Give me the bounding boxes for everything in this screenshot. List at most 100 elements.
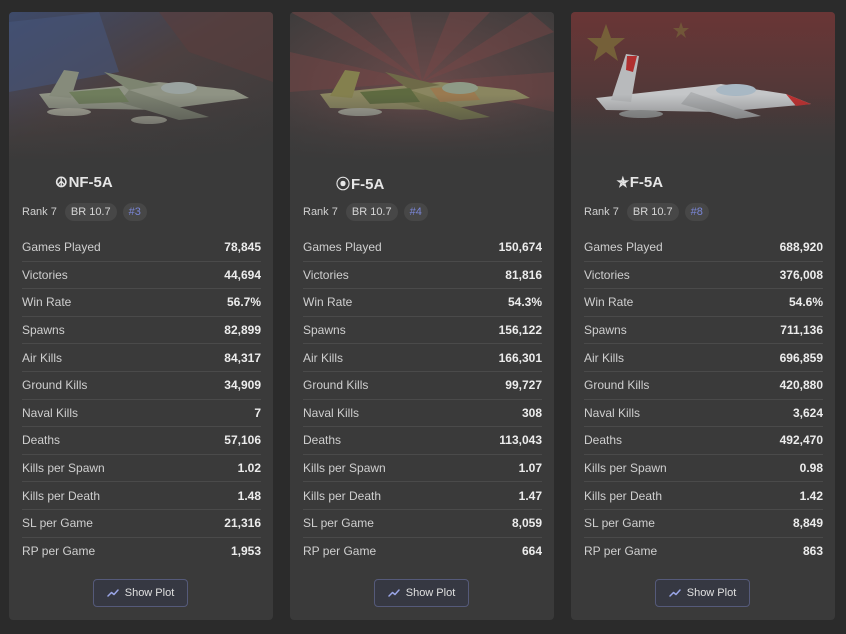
stat-row: Kills per Spawn 1.02 bbox=[22, 455, 261, 483]
stat-row: Spawns 156,122 bbox=[303, 317, 542, 345]
stat-row: Win Rate 54.3% bbox=[303, 289, 542, 317]
stat-label: Kills per Spawn bbox=[584, 461, 667, 476]
stat-label: Kills per Spawn bbox=[22, 461, 105, 476]
country-roundel-icon: ⦿ bbox=[336, 176, 350, 192]
stat-label: SL per Game bbox=[22, 516, 93, 531]
show-plot-button[interactable]: Show Plot bbox=[93, 579, 188, 607]
rank-label: Rank 7 bbox=[303, 206, 338, 218]
stat-value: 8,849 bbox=[792, 516, 823, 531]
stat-label: Victories bbox=[22, 267, 68, 282]
vehicle-card: ⦿ F-5A Rank 7 BR 10.7 #4 Games Played 150… bbox=[290, 12, 554, 620]
vehicle-title: ✯ F-5A bbox=[617, 174, 663, 191]
stat-label: Victories bbox=[303, 267, 349, 282]
stat-row: Kills per Spawn 0.98 bbox=[584, 455, 823, 483]
stats-table: Games Played 150,674 Victories 81,816 Win … bbox=[303, 234, 542, 564]
stat-label: Naval Kills bbox=[22, 405, 79, 420]
country-roundel-icon: ✯ bbox=[617, 174, 629, 190]
stat-row: Kills per Spawn 1.07 bbox=[303, 455, 542, 483]
vehicle-title: ☮ NF-5A bbox=[55, 174, 113, 191]
stat-value: 81,816 bbox=[505, 267, 542, 282]
stat-value: 82,899 bbox=[224, 323, 261, 338]
stat-label: Ground Kills bbox=[22, 378, 88, 393]
show-plot-button[interactable]: Show Plot bbox=[374, 579, 469, 607]
stat-label: SL per Game bbox=[303, 516, 374, 531]
stat-row: Naval Kills 7 bbox=[22, 400, 261, 428]
stat-label: Ground Kills bbox=[303, 378, 369, 393]
stat-value: 420,880 bbox=[779, 378, 823, 393]
stat-label: Games Played bbox=[22, 240, 101, 255]
stats-table: Games Played 688,920 Victories 376,008 Win… bbox=[584, 234, 823, 564]
stat-label: Kills per Death bbox=[303, 488, 382, 503]
stat-label: Kills per Death bbox=[584, 488, 663, 503]
stat-row: Deaths 57,106 bbox=[22, 427, 261, 455]
rank-label: Rank 7 bbox=[584, 206, 619, 218]
stat-label: Deaths bbox=[584, 433, 623, 448]
vehicle-tags: Rank 7 BR 10.7 #4 bbox=[303, 203, 428, 221]
stat-value: 696,859 bbox=[779, 350, 823, 365]
stat-label: Naval Kills bbox=[303, 405, 360, 420]
stat-label: Air Kills bbox=[22, 350, 63, 365]
stat-label: RP per Game bbox=[584, 543, 658, 558]
vehicle-tags: Rank 7 BR 10.7 #3 bbox=[22, 203, 147, 221]
stat-label: Spawns bbox=[22, 323, 65, 338]
stat-row: Victories 81,816 bbox=[303, 262, 542, 290]
stat-row: RP per Game 1,953 bbox=[22, 538, 261, 565]
position-badge: #4 bbox=[403, 203, 428, 221]
stat-value: 376,008 bbox=[779, 267, 823, 282]
vehicle-name: F-5A bbox=[351, 175, 385, 193]
stat-value: 664 bbox=[521, 543, 542, 558]
stat-value: 8,059 bbox=[511, 516, 542, 531]
stat-row: Deaths 113,043 bbox=[303, 427, 542, 455]
stat-value: 99,727 bbox=[505, 378, 542, 393]
stat-label: Deaths bbox=[303, 433, 342, 448]
vehicle-name: F-5A bbox=[629, 174, 664, 191]
stat-row: SL per Game 8,059 bbox=[303, 510, 542, 538]
stat-label: Victories bbox=[584, 267, 630, 282]
stat-label: RP per Game bbox=[303, 543, 377, 558]
stat-label: Ground Kills bbox=[584, 378, 650, 393]
stat-row: Naval Kills 3,624 bbox=[584, 400, 823, 428]
show-plot-label: Show Plot bbox=[124, 587, 175, 599]
stat-row: Games Played 78,845 bbox=[22, 234, 261, 262]
position-badge: #3 bbox=[122, 203, 147, 221]
stat-value: 7 bbox=[254, 405, 261, 420]
stats-table: Games Played 78,845 Victories 44,694 Win R… bbox=[22, 234, 261, 564]
vehicle-title: ⦿ F-5A bbox=[336, 174, 384, 194]
stat-row: Spawns 82,899 bbox=[22, 317, 261, 345]
stat-value: 863 bbox=[802, 543, 823, 558]
stat-row: Air Kills 166,301 bbox=[303, 344, 542, 372]
stat-label: Kills per Death bbox=[22, 488, 101, 503]
stat-value: 150,674 bbox=[498, 240, 542, 255]
stat-label: Air Kills bbox=[303, 350, 344, 365]
stat-row: SL per Game 21,316 bbox=[22, 510, 261, 538]
show-plot-label: Show Plot bbox=[405, 587, 456, 599]
stat-row: Kills per Death 1.42 bbox=[584, 482, 823, 510]
stat-label: Win Rate bbox=[584, 295, 634, 310]
br-badge: BR 10.7 bbox=[345, 203, 398, 221]
stat-row: SL per Game 8,849 bbox=[584, 510, 823, 538]
stat-row: Games Played 150,674 bbox=[303, 234, 542, 262]
stat-value: 1,953 bbox=[230, 543, 261, 558]
stat-value: 688,920 bbox=[779, 240, 823, 255]
position-badge: #8 bbox=[684, 203, 709, 221]
stat-row: Games Played 688,920 bbox=[584, 234, 823, 262]
stat-value: 492,470 bbox=[779, 433, 823, 448]
stat-row: Win Rate 56.7% bbox=[22, 289, 261, 317]
stat-value: 34,909 bbox=[224, 378, 261, 393]
stat-row: Win Rate 54.6% bbox=[584, 289, 823, 317]
show-plot-label: Show Plot bbox=[686, 587, 737, 599]
stat-row: RP per Game 863 bbox=[584, 538, 823, 565]
stat-value: 1.42 bbox=[799, 488, 823, 503]
vehicle-name: NF-5A bbox=[68, 174, 113, 191]
stat-row: Naval Kills 308 bbox=[303, 400, 542, 428]
stat-label: SL per Game bbox=[584, 516, 655, 531]
stat-value: 711,136 bbox=[780, 323, 823, 338]
stat-value: 1.07 bbox=[518, 461, 542, 476]
stat-label: Games Played bbox=[303, 240, 382, 255]
stat-label: Kills per Spawn bbox=[303, 461, 386, 476]
aircraft-image bbox=[290, 12, 554, 162]
stat-value: 3,624 bbox=[792, 405, 823, 420]
stat-row: Spawns 711,136 bbox=[584, 317, 823, 345]
country-roundel-icon: ☮ bbox=[55, 174, 68, 190]
show-plot-button[interactable]: Show Plot bbox=[655, 579, 750, 607]
